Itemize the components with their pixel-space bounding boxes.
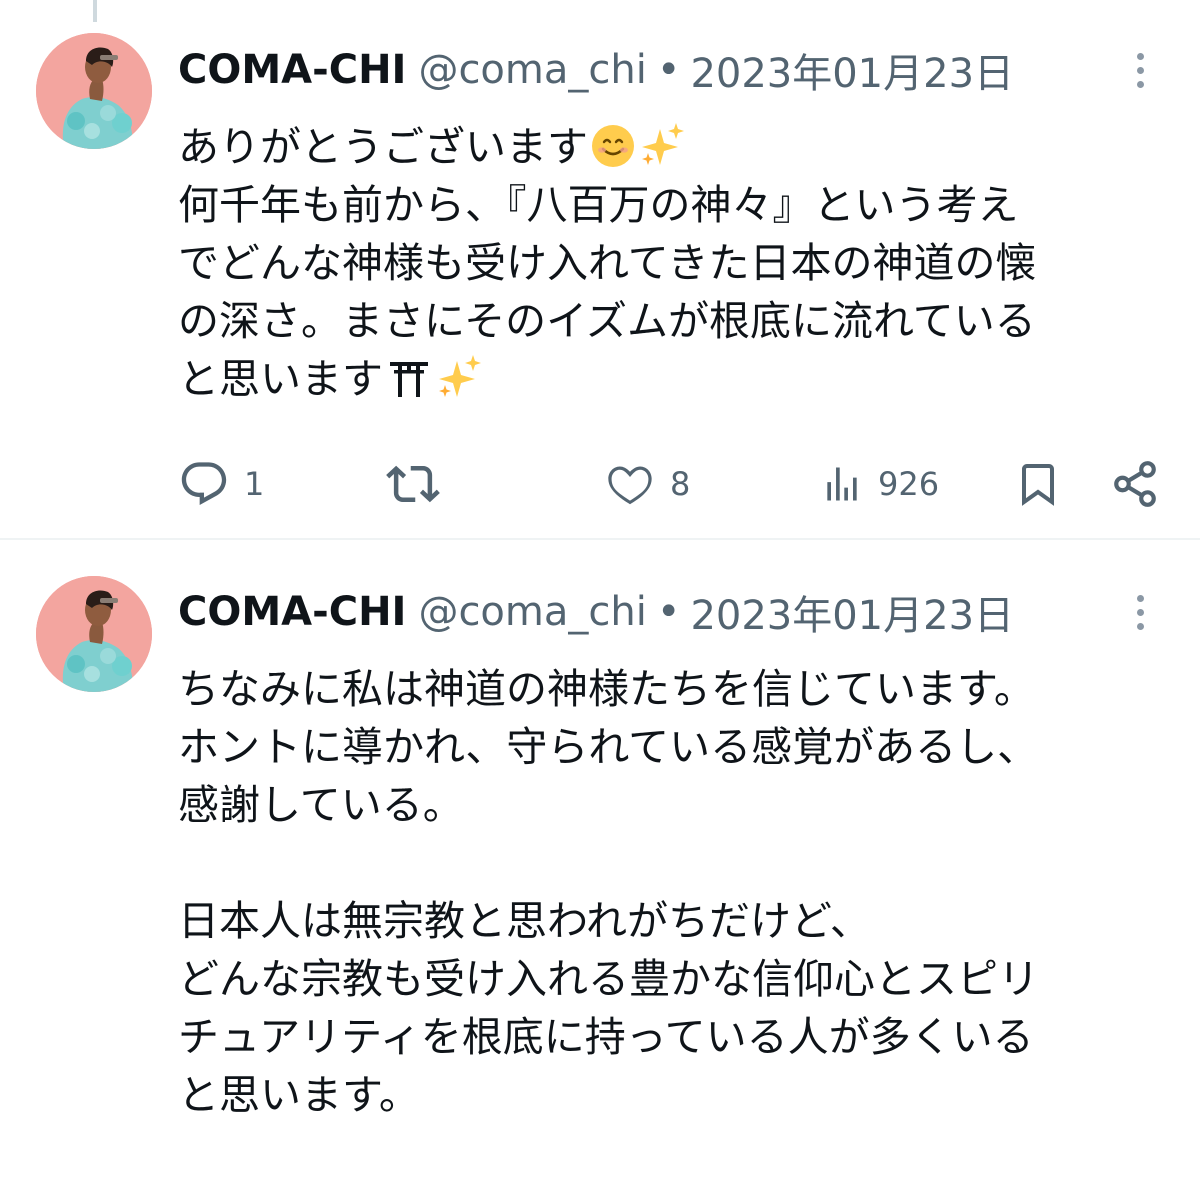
avatar[interactable] xyxy=(36,33,152,149)
avatar-image xyxy=(36,33,152,149)
tweet-text: ちなみに私は神道の神様たちを信じています。 ホントに導かれ、守られている感覚があ… xyxy=(178,660,1168,1124)
tweet-text-line-4 xyxy=(178,834,1168,892)
views-button[interactable]: 926 xyxy=(820,454,939,514)
tweet-text-line-2: 何千年も前から、『八百万の神々』という考え xyxy=(178,181,1019,229)
share-button[interactable] xyxy=(1110,454,1160,514)
retweet-button[interactable] xyxy=(386,454,440,514)
tweet-text-line-1: ちなみに私は神道の神様たちを信じています。 xyxy=(178,665,1035,713)
retweet-icon xyxy=(386,465,440,503)
tweet-text-line-3: でどんな神様も受け入れてきた日本の神道の懐 xyxy=(178,239,1037,287)
author-name[interactable]: COMA-CHI xyxy=(178,589,406,635)
tweet-actions: 1 8 926 xyxy=(0,454,1200,514)
tweet-2[interactable]: COMA-CHI @coma_chi • 2023年01月23日 ちなみに私は神… xyxy=(0,540,1200,1183)
views-icon xyxy=(827,467,857,501)
avatar-image xyxy=(36,576,152,692)
tweet-date[interactable]: 2023年01月23日 xyxy=(690,583,1014,641)
tweet-date[interactable]: 2023年01月23日 xyxy=(690,41,1014,99)
author-handle[interactable]: @coma_chi xyxy=(418,47,646,93)
tweet-text-line-5: 日本人は無宗教と思われがちだけど、 xyxy=(178,897,871,945)
reply-count: 1 xyxy=(244,465,265,503)
tweet-1[interactable]: COMA-CHI @coma_chi • 2023年01月23日 ありがとうござ… xyxy=(0,0,1200,538)
bookmark-button[interactable] xyxy=(1014,454,1062,514)
separator-dot: • xyxy=(656,47,681,93)
like-count: 8 xyxy=(670,465,691,503)
more-icon[interactable] xyxy=(1128,40,1152,100)
separator-dot: • xyxy=(656,589,681,635)
like-icon xyxy=(608,466,652,505)
tweet-line: と思います xyxy=(178,350,1168,408)
tweet-text-line-7: チュアリティを根底に持っている人が多くいる xyxy=(178,1013,1034,1061)
tweet-line: ありがとうございます xyxy=(178,118,1168,176)
tweet-text-line-6: どんな宗教も受け入れる豊かな信仰心とスピリ xyxy=(178,955,1039,1003)
sparkles-emoji-icon xyxy=(642,123,684,165)
share-icon xyxy=(1114,461,1156,507)
author-name[interactable]: COMA-CHI xyxy=(178,47,406,93)
tweet-text-line-5: と思います xyxy=(178,355,383,403)
tweet-header: COMA-CHI @coma_chi • 2023年01月23日 xyxy=(178,40,1014,100)
reply-button[interactable]: 1 xyxy=(178,454,264,514)
views-count: 926 xyxy=(878,465,940,503)
tweet-text-line-1: ありがとうございます xyxy=(178,123,588,171)
reply-icon xyxy=(181,462,227,505)
bookmark-icon xyxy=(1022,464,1054,506)
smiling-face-emoji-icon xyxy=(592,125,634,167)
author-handle[interactable]: @coma_chi xyxy=(418,589,646,635)
torii-gate-emoji-icon xyxy=(390,362,428,397)
tweet-text: ありがとうございます 何千年も前から、『八百万の神々』という考え でどんな神様も… xyxy=(178,118,1168,408)
more-icon[interactable] xyxy=(1128,582,1152,642)
tweet-text-line-2: ホントに導かれ、守られている感覚があるし、 xyxy=(178,723,1039,771)
tweet-text-line-4: の深さ。まさにそのイズムが根底に流れている xyxy=(178,297,1036,345)
tweet-text-line-8: と思います。 xyxy=(178,1071,420,1119)
like-button[interactable]: 8 xyxy=(604,454,690,514)
sparkles-emoji-icon xyxy=(439,355,481,397)
avatar[interactable] xyxy=(36,576,152,692)
tweet-text-line-3: 感謝している。 xyxy=(178,781,464,829)
tweet-header: COMA-CHI @coma_chi • 2023年01月23日 xyxy=(178,582,1014,642)
